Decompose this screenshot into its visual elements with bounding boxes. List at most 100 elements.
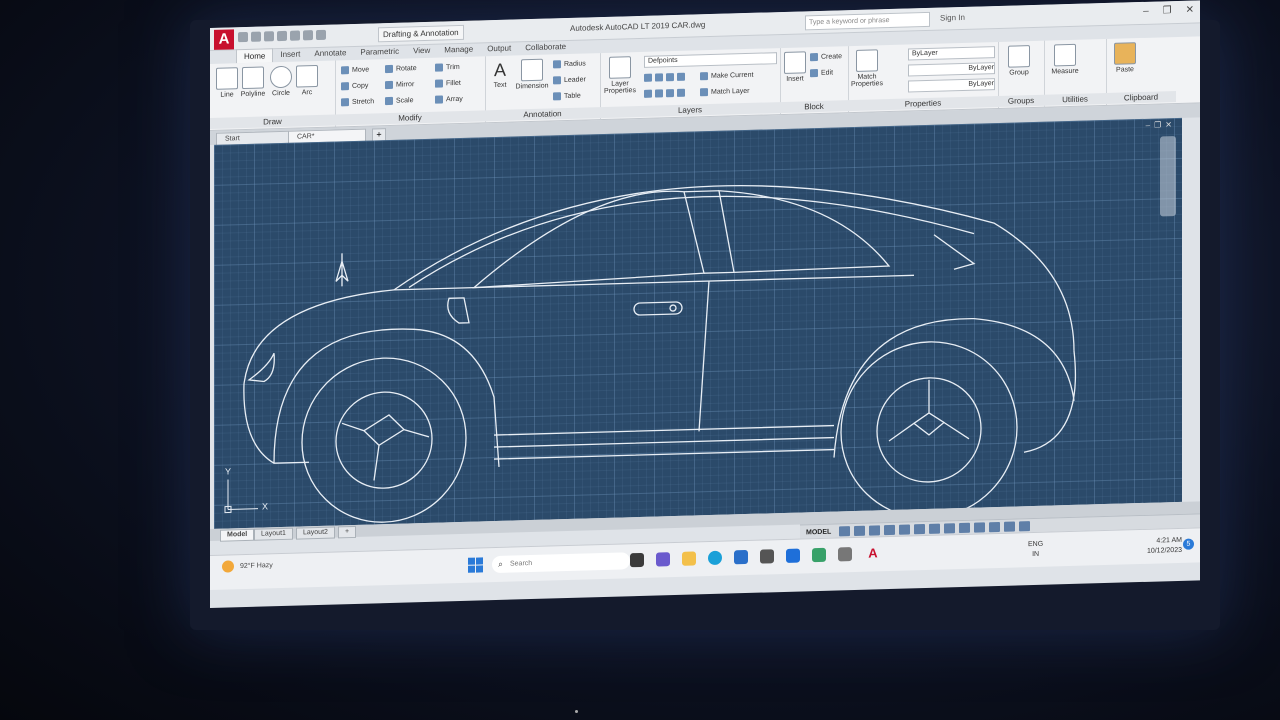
weather-widget[interactable]: 92°F Hazy bbox=[222, 559, 273, 573]
workspace-icon[interactable] bbox=[959, 522, 971, 534]
line-icon bbox=[216, 67, 238, 90]
arc-button[interactable]: Arc bbox=[294, 64, 320, 97]
move-button[interactable]: Move bbox=[341, 66, 369, 75]
stretch-button[interactable]: Stretch bbox=[341, 97, 374, 107]
chat-icon[interactable] bbox=[656, 552, 670, 567]
system-clock[interactable]: 4:21 AM 10/12/2023 bbox=[1147, 536, 1182, 557]
task-view-icon[interactable] bbox=[630, 552, 644, 568]
array-button[interactable]: Array bbox=[435, 95, 463, 104]
make-current-button[interactable]: Make Current bbox=[700, 71, 753, 81]
linetype-dropdown[interactable]: ByLayer bbox=[908, 62, 995, 77]
tab-parametric[interactable]: Parametric bbox=[353, 45, 406, 60]
autocad-taskbar-icon[interactable]: A bbox=[866, 545, 880, 560]
tab-model[interactable]: Model bbox=[220, 528, 255, 542]
osnap-icon[interactable] bbox=[899, 524, 911, 535]
windows-start-button[interactable] bbox=[468, 557, 484, 573]
tab-view[interactable]: View bbox=[406, 44, 437, 59]
drawing-canvas[interactable]: X Y –❐✕ bbox=[214, 117, 1182, 529]
tab-layout2[interactable]: Layout2 bbox=[296, 526, 335, 540]
layer-properties-button[interactable]: Layer Properties bbox=[602, 56, 638, 95]
settings-icon[interactable] bbox=[974, 522, 986, 533]
lineweight-dropdown[interactable]: ByLayer bbox=[908, 78, 995, 93]
radius-button[interactable]: Radius bbox=[553, 60, 586, 69]
match-layer-button[interactable]: Match Layer bbox=[700, 87, 750, 97]
sign-in-button[interactable]: Sign In bbox=[940, 13, 965, 23]
match-properties-button[interactable]: Match Properties bbox=[850, 49, 884, 88]
store-icon[interactable] bbox=[734, 549, 748, 565]
insert-button[interactable]: Insert bbox=[782, 51, 808, 83]
edit-block-button[interactable]: Edit bbox=[810, 69, 833, 78]
fullscreen-icon[interactable] bbox=[1004, 521, 1016, 532]
scale-button[interactable]: Scale bbox=[385, 96, 414, 106]
circle-button[interactable]: Circle bbox=[268, 65, 294, 98]
new-icon[interactable] bbox=[238, 31, 248, 43]
fillet-button[interactable]: Fillet bbox=[435, 79, 461, 88]
color-dropdown[interactable]: ByLayer bbox=[908, 46, 995, 61]
ortho-icon[interactable] bbox=[869, 525, 881, 536]
annotation-panel-title[interactable]: Annotation bbox=[485, 107, 600, 122]
text-button[interactable]: A Text bbox=[487, 60, 513, 90]
trim-button[interactable]: Trim bbox=[435, 63, 460, 72]
edge-browser-icon[interactable] bbox=[708, 550, 722, 566]
print-icon[interactable] bbox=[290, 30, 300, 41]
undo-icon[interactable] bbox=[303, 30, 313, 41]
polar-icon[interactable] bbox=[884, 524, 896, 536]
tab-insert[interactable]: Insert bbox=[273, 47, 307, 62]
layer-tools[interactable] bbox=[644, 72, 688, 82]
otrack-icon[interactable] bbox=[914, 524, 926, 535]
snap-icon[interactable] bbox=[854, 525, 866, 537]
clipboard-panel-title[interactable]: Clipboard bbox=[1106, 91, 1176, 104]
workspace-dropdown[interactable]: Drafting & Annotation bbox=[378, 24, 464, 43]
polyline-button[interactable]: Polyline bbox=[240, 66, 266, 98]
minimize-icon[interactable]: – bbox=[1143, 6, 1149, 17]
layer-dropdown[interactable]: Defpoints bbox=[644, 52, 777, 68]
table-button[interactable]: Table bbox=[553, 92, 581, 101]
close-icon[interactable]: ✕ bbox=[1186, 5, 1194, 16]
measure-button[interactable]: Measure bbox=[1048, 43, 1082, 76]
create-block-button[interactable]: Create bbox=[810, 52, 842, 62]
annotation-scale-icon[interactable] bbox=[944, 523, 956, 534]
taskbar-search[interactable]: Search bbox=[492, 552, 630, 574]
tab-annotate[interactable]: Annotate bbox=[307, 46, 353, 61]
app-photos-icon[interactable] bbox=[812, 547, 826, 563]
groups-panel-title[interactable]: Groups bbox=[998, 94, 1044, 107]
help-search-input[interactable]: Type a keyword or phrase bbox=[805, 11, 930, 31]
app-n-icon[interactable] bbox=[786, 548, 800, 563]
navigation-bar[interactable] bbox=[1160, 136, 1176, 217]
autocad-app-icon[interactable]: A bbox=[214, 29, 234, 50]
group-button[interactable]: Group bbox=[1006, 45, 1032, 77]
layer-tools-row2[interactable] bbox=[644, 88, 688, 98]
save-as-icon[interactable] bbox=[277, 30, 287, 42]
utilities-panel-title[interactable]: Utilities bbox=[1044, 92, 1106, 106]
customize-icon[interactable] bbox=[989, 521, 1001, 533]
maximize-icon[interactable]: ❐ bbox=[1163, 5, 1172, 16]
save-icon[interactable] bbox=[264, 31, 274, 42]
draw-panel-title[interactable]: Draw bbox=[210, 114, 335, 129]
viewport-controls[interactable]: –❐✕ bbox=[1146, 120, 1176, 130]
redo-icon[interactable] bbox=[316, 29, 326, 41]
tab-output[interactable]: Output bbox=[480, 41, 518, 56]
open-icon[interactable] bbox=[251, 31, 261, 42]
block-panel-title[interactable]: Block bbox=[780, 100, 848, 114]
tab-home[interactable]: Home bbox=[236, 48, 274, 64]
app-3d-icon[interactable] bbox=[760, 549, 774, 564]
rotate-button[interactable]: Rotate bbox=[385, 64, 417, 74]
dimension-button[interactable]: Dimension bbox=[515, 58, 549, 91]
app-tool-icon[interactable] bbox=[838, 547, 852, 562]
tab-layout1[interactable]: Layout1 bbox=[254, 527, 293, 541]
paste-button[interactable]: Paste bbox=[1112, 42, 1138, 74]
add-layout-button[interactable]: + bbox=[338, 525, 357, 539]
leader-button[interactable]: Leader bbox=[553, 76, 586, 85]
copy-button[interactable]: Copy bbox=[341, 82, 368, 91]
grid-icon[interactable] bbox=[839, 526, 851, 537]
file-explorer-icon[interactable] bbox=[682, 551, 696, 566]
language-indicator[interactable]: ENG IN bbox=[1028, 540, 1043, 560]
tab-collaborate[interactable]: Collaborate bbox=[518, 40, 573, 56]
model-space-button[interactable]: MODEL bbox=[806, 528, 831, 536]
lineweight-icon[interactable] bbox=[929, 523, 941, 534]
mirror-button[interactable]: Mirror bbox=[385, 80, 414, 90]
tab-manage[interactable]: Manage bbox=[437, 42, 480, 57]
notification-badge[interactable]: 5 bbox=[1183, 538, 1194, 550]
menu-icon[interactable] bbox=[1019, 521, 1031, 532]
line-button[interactable]: Line bbox=[214, 67, 240, 99]
